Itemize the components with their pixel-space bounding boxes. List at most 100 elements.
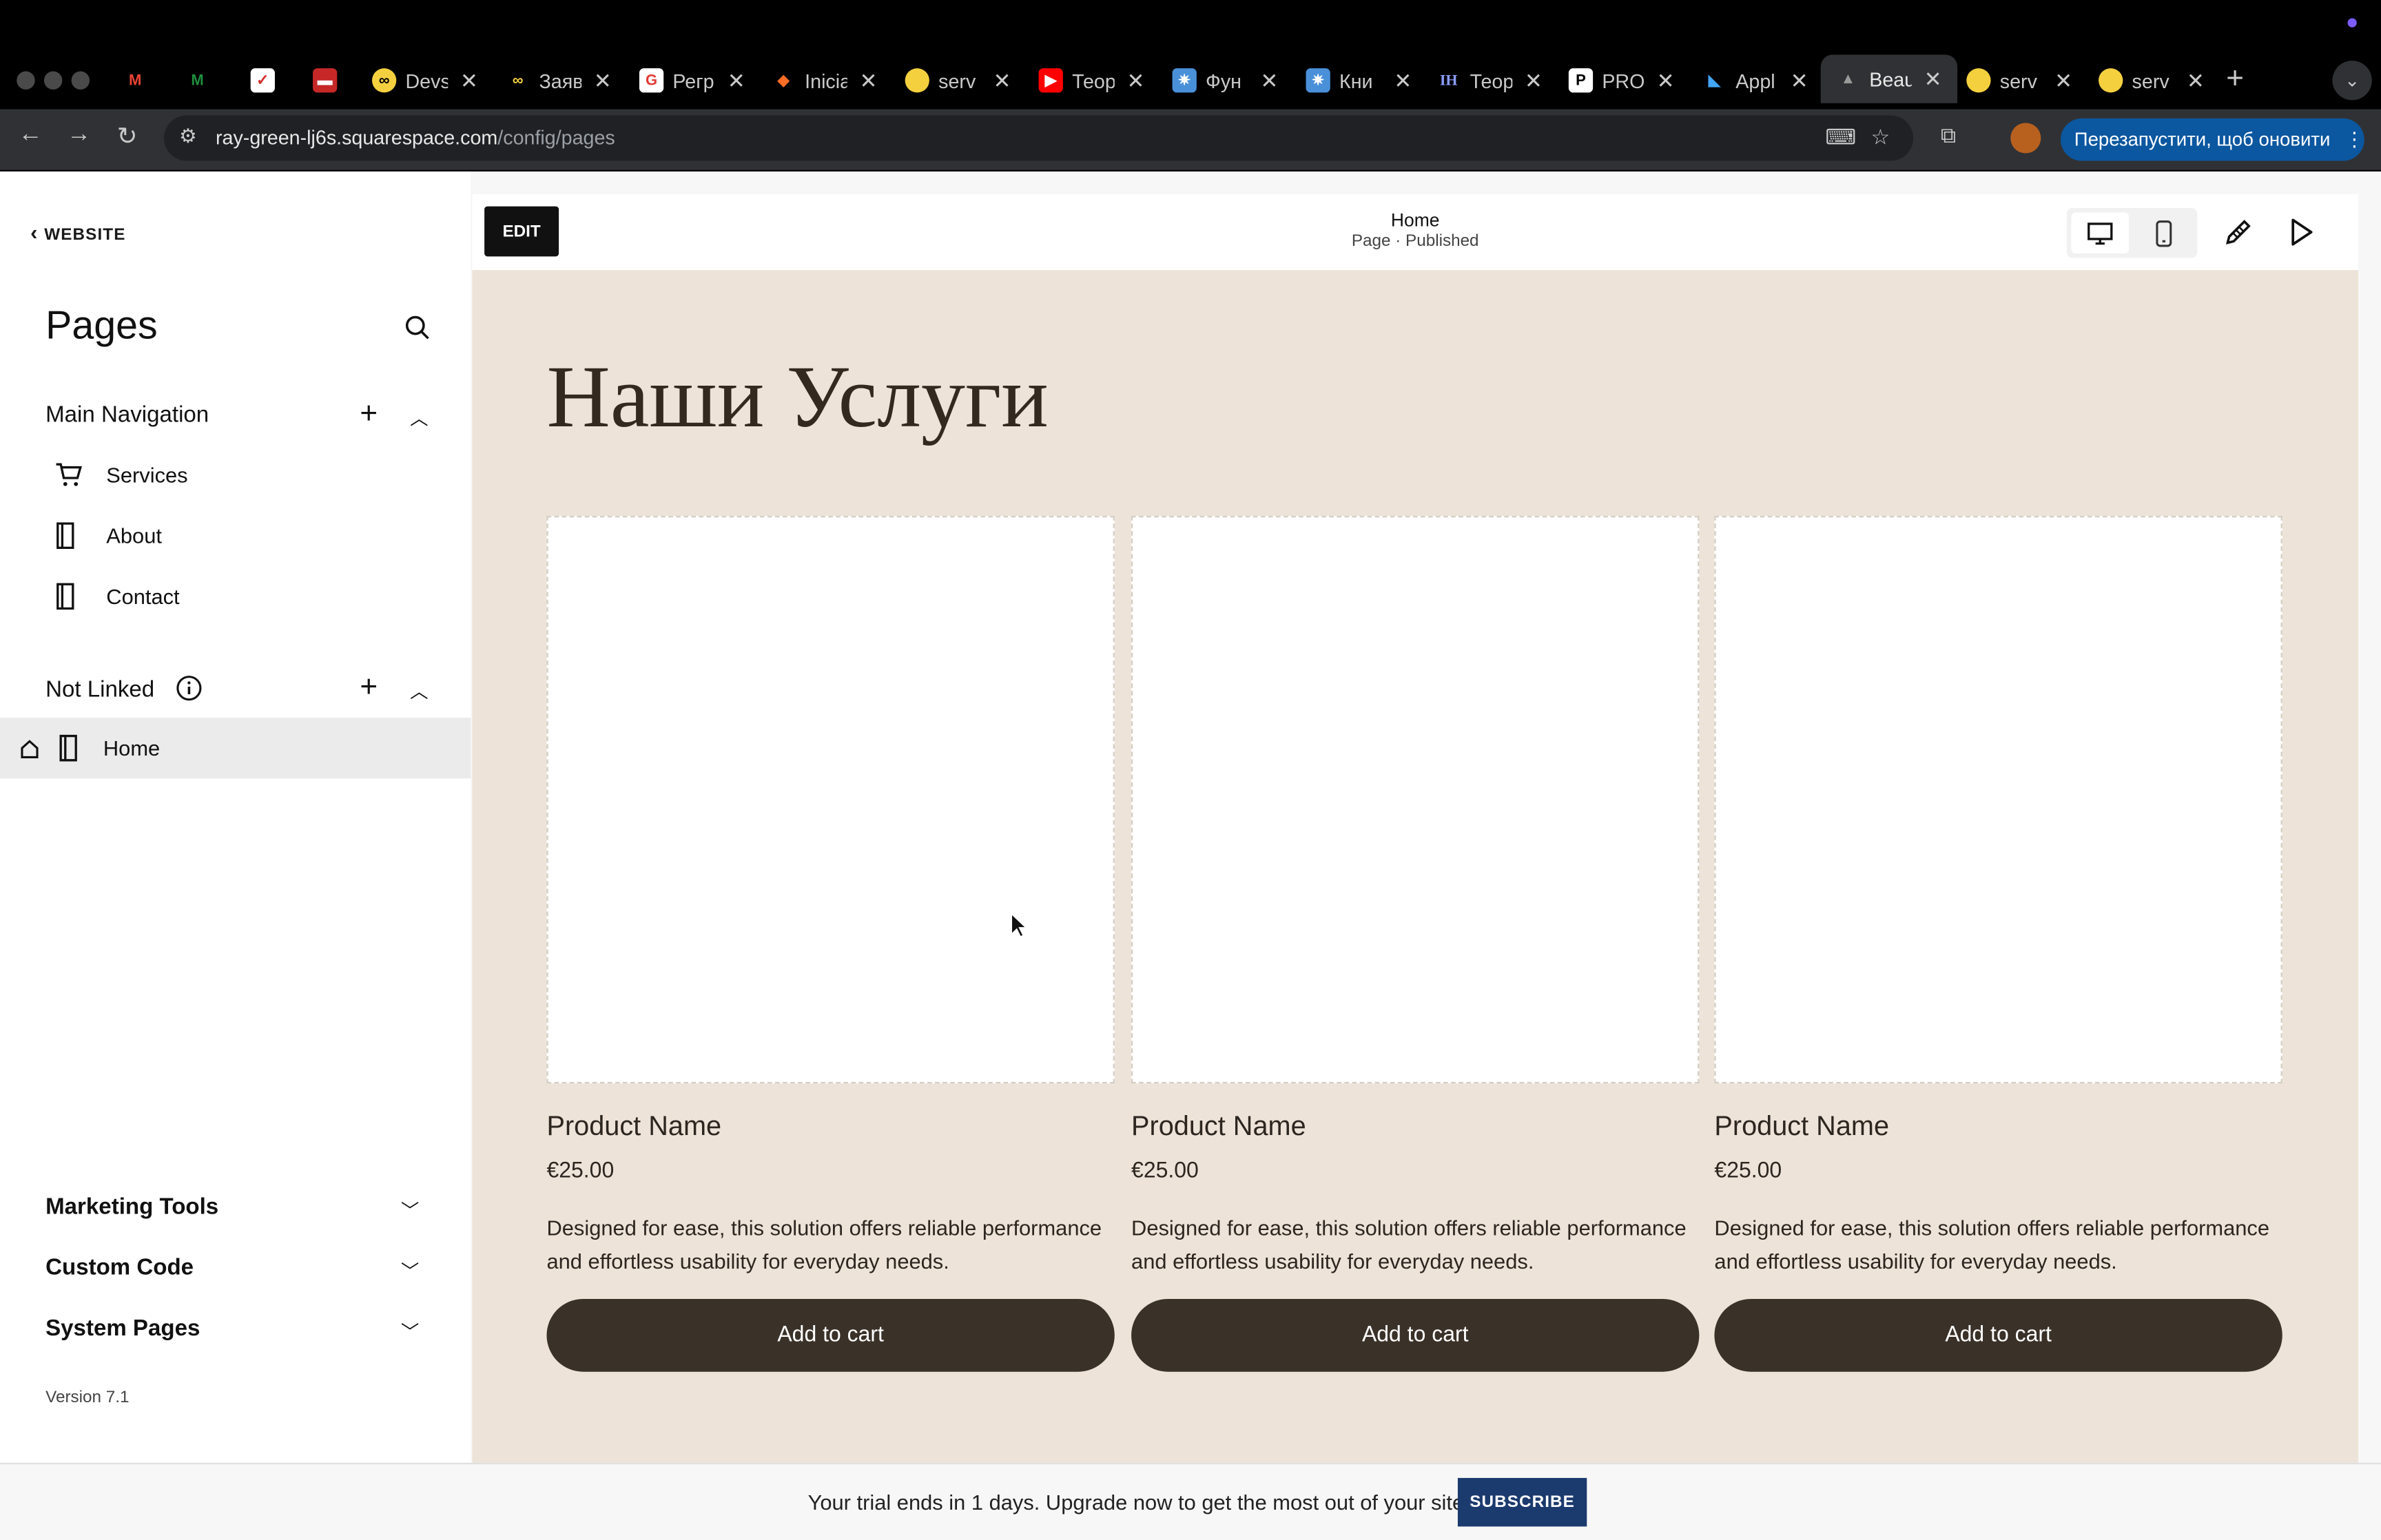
profile-avatar[interactable] — [2010, 123, 2041, 154]
ih-icon: IH — [1439, 72, 1458, 89]
browser-tab[interactable]: ✷ Кни ✕ — [1306, 61, 1412, 100]
close-icon[interactable]: ✕ — [460, 67, 478, 93]
chevron-down-icon[interactable]: ﹀ — [401, 1197, 419, 1222]
browser-tab[interactable]: P PRO ✕ — [1568, 61, 1675, 100]
search-icon[interactable] — [404, 314, 431, 342]
add-to-cart-button[interactable]: Add to cart — [546, 1298, 1115, 1372]
window-minimize-control[interactable] — [43, 71, 63, 90]
chevron-down-icon: ⌄ — [2344, 70, 2360, 92]
screen: M M ✓ ▬ ∞ Devs ✕ ∞ Заяв ✕ G Регр ✕ ◆ Inicia ✕ se… — [0, 0, 2381, 1540]
browser-tab[interactable]: G Регр ✕ — [639, 61, 745, 100]
browser-tab-active[interactable]: ▲ Beau ✕ — [1820, 54, 1957, 103]
close-icon[interactable]: ✕ — [993, 67, 1011, 93]
add-to-cart-button[interactable]: Add to cart — [1714, 1298, 2282, 1372]
add-to-cart-button[interactable]: Add to cart — [1131, 1298, 1700, 1372]
custom-code-section[interactable]: Custom Code — [45, 1255, 194, 1280]
close-icon[interactable]: ✕ — [860, 67, 878, 93]
browser-tab[interactable]: ∞ Заяв ✕ — [506, 61, 612, 100]
mobile-view-button[interactable] — [2135, 212, 2193, 253]
window-zoom-control[interactable] — [71, 71, 90, 90]
chevron-up-icon[interactable]: ︿ — [410, 405, 428, 430]
browser-tab[interactable]: M — [185, 61, 218, 100]
product-name[interactable]: Product Name — [1131, 1111, 1699, 1143]
youtube-icon: ▶ — [1038, 68, 1063, 93]
close-icon[interactable]: ✕ — [1525, 67, 1543, 93]
devs-icon: ∞ — [372, 68, 397, 93]
sidebar-item-services[interactable]: Services — [45, 445, 471, 506]
preview-play-icon[interactable] — [2289, 217, 2316, 247]
sidebar-item-home[interactable]: Home — [0, 718, 471, 779]
trial-message: Your trial ends in 1 days. Upgrade now t… — [807, 1490, 1470, 1515]
browser-tab[interactable]: serv ✕ — [2099, 61, 2205, 100]
desktop-view-button[interactable] — [2071, 212, 2130, 253]
page-canvas[interactable]: Наши Услуги Product Name €25.00 Designed… — [472, 270, 2358, 1463]
chevron-down-icon[interactable]: ﹀ — [401, 1319, 419, 1344]
product-price: €25.00 — [546, 1159, 615, 1184]
product-name[interactable]: Product Name — [1714, 1111, 2282, 1143]
chevron-up-icon[interactable]: ︿ — [410, 678, 428, 704]
product-image-placeholder[interactable] — [1714, 516, 2282, 1084]
reload-icon[interactable]: ↻ — [117, 121, 138, 152]
chevron-down-icon[interactable]: ﹀ — [401, 1258, 419, 1283]
close-icon[interactable]: ✕ — [2054, 67, 2072, 93]
close-icon[interactable]: ✕ — [1126, 67, 1144, 93]
browser-tab[interactable]: serv ✕ — [905, 61, 1011, 100]
site-settings-icon[interactable]: ⚙ — [179, 125, 197, 149]
close-icon[interactable]: ✕ — [1260, 67, 1278, 93]
p-icon: P — [1568, 68, 1594, 93]
product-card[interactable]: Product Name €25.00 Designed for ease, t… — [546, 516, 1115, 1372]
version-label: Version 7.1 — [45, 1388, 130, 1407]
browser-tab[interactable]: ◆ Inicia ✕ — [772, 61, 878, 100]
url-text[interactable]: ray-green-lj6s.squarespace.com/config/pa… — [216, 126, 615, 149]
product-card[interactable]: Product Name €25.00 Designed for ease, t… — [1131, 516, 1700, 1372]
app-icon: ▬ — [313, 68, 338, 93]
close-icon[interactable]: ✕ — [1791, 67, 1808, 93]
sidebar-item-about[interactable]: About — [45, 506, 471, 566]
browser-tab[interactable]: ∞ Devs ✕ — [372, 61, 478, 100]
browser-tab[interactable]: IH Теор ✕ — [1436, 61, 1543, 100]
close-icon[interactable]: ✕ — [728, 67, 745, 93]
close-icon[interactable]: ✕ — [1657, 67, 1675, 93]
browser-tab[interactable]: ▶ Теор ✕ — [1038, 61, 1144, 100]
product-price: €25.00 — [1131, 1159, 1199, 1184]
info-icon[interactable] — [176, 675, 202, 701]
tab-search-button[interactable]: ⌄ — [2332, 61, 2372, 101]
extensions-icon[interactable]: ⧉ — [1941, 123, 1956, 148]
forward-arrow-icon[interactable]: → — [67, 121, 91, 149]
browser-tab[interactable]: ✓ — [250, 61, 284, 100]
browser-tab[interactable]: ✷ Фун ✕ — [1172, 61, 1278, 100]
more-menu-icon[interactable]: ⋮ — [2344, 127, 2364, 152]
close-icon[interactable]: ✕ — [2187, 67, 2205, 93]
product-card[interactable]: Product Name €25.00 Designed for ease, t… — [1714, 516, 2282, 1372]
close-icon[interactable]: ✕ — [1924, 66, 1942, 92]
design-brush-icon[interactable] — [2223, 217, 2254, 247]
squarespace-icon: ▲ — [1840, 70, 1856, 87]
star-icon[interactable]: ☆ — [1870, 125, 1890, 150]
product-description: Designed for ease, this solution offers … — [1131, 1215, 1687, 1273]
system-pages-section[interactable]: System Pages — [45, 1315, 200, 1341]
back-to-website-link[interactable]: ‹ WEBSITE — [30, 220, 125, 244]
mobile-icon — [2156, 220, 2172, 247]
back-arrow-icon[interactable]: ← — [18, 121, 42, 149]
browser-tab[interactable]: serv ✕ — [1966, 61, 2072, 100]
gitlab-icon: ◆ — [777, 72, 790, 89]
gmail-icon: M — [128, 72, 142, 89]
window-close-control[interactable] — [17, 71, 35, 90]
new-tab-button[interactable]: + — [2226, 62, 2244, 97]
restart-to-update-button[interactable]: Перезапустити, щоб оновити — [2060, 118, 2364, 161]
browser-tab[interactable]: M — [123, 61, 156, 100]
translate-icon[interactable]: ⌨ — [1825, 125, 1856, 150]
product-name[interactable]: Product Name — [546, 1111, 1114, 1143]
add-page-main-nav-button[interactable]: + — [360, 399, 378, 429]
browser-tab[interactable]: ◣ Appl ✕ — [1702, 61, 1808, 100]
address-bar[interactable]: ⚙ ray-green-lj6s.squarespace.com/config/… — [164, 115, 1914, 161]
product-image-placeholder[interactable] — [546, 516, 1115, 1084]
close-icon[interactable]: ✕ — [1394, 67, 1412, 93]
marketing-tools-section[interactable]: Marketing Tools — [45, 1194, 218, 1220]
add-page-not-linked-button[interactable]: + — [360, 672, 378, 703]
sidebar-item-contact[interactable]: Contact — [45, 566, 471, 627]
product-image-placeholder[interactable] — [1131, 516, 1700, 1084]
close-icon[interactable]: ✕ — [594, 67, 612, 93]
browser-tab[interactable]: ▬ — [313, 61, 346, 100]
subscribe-button[interactable]: SUBSCRIBE — [1457, 1477, 1587, 1527]
